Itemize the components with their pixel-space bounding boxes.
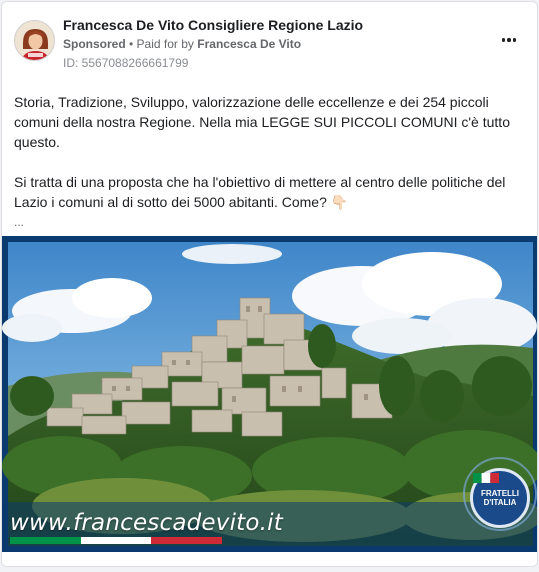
more-options-button[interactable] — [497, 30, 521, 50]
sponsored-label[interactable]: Sponsored — [63, 37, 126, 51]
sponsored-meta: Sponsored • Paid for by Francesca De Vit… — [63, 37, 301, 51]
paid-for-prefix: Paid for by — [136, 37, 194, 51]
meta-separator: • — [125, 37, 137, 51]
post-header: Francesca De Vito Consigliere Regione La… — [2, 2, 537, 78]
more-dot — [507, 38, 511, 42]
tricolor-flame-icon — [473, 473, 499, 483]
card-footer-spacer — [2, 552, 537, 566]
ad-id: ID: 5567088266661799 — [63, 56, 189, 70]
see-more-link[interactable]: ... — [14, 212, 524, 232]
paid-for-name[interactable]: Francesca De Vito — [197, 37, 301, 51]
avatar[interactable] — [14, 20, 55, 61]
avatar-portrait-icon — [15, 21, 54, 60]
hilltop-village-photo — [2, 242, 537, 552]
page-name-link[interactable]: Francesca De Vito Consigliere Regione La… — [63, 17, 363, 33]
post-text-paragraph: Storia, Tradizione, Sviluppo, valorizzaz… — [14, 94, 510, 150]
more-horizontal-icon — [501, 38, 506, 42]
fratelli-italia-logo: FRATELLI D'ITALIA — [470, 468, 530, 528]
italian-flag-bar — [10, 537, 223, 544]
post-text-paragraph: Si tratta di una proposta che ha l'obiet… — [14, 174, 506, 210]
ad-post-card: Francesca De Vito Consigliere Regione La… — [1, 1, 538, 567]
flag-red-stripe — [151, 537, 223, 544]
flag-green-stripe — [10, 537, 81, 544]
flag-white-stripe — [80, 537, 152, 544]
ad-image[interactable]: www.francescadevito.it FRATELLI D'ITALIA — [2, 236, 537, 552]
more-dot — [512, 38, 517, 42]
website-url-text: www.francescadevito.it — [10, 510, 283, 536]
fratelli-italia-logo-text: FRATELLI D'ITALIA — [480, 489, 520, 507]
post-body: Storia, Tradizione, Sviluppo, valorizzaz… — [14, 92, 524, 232]
